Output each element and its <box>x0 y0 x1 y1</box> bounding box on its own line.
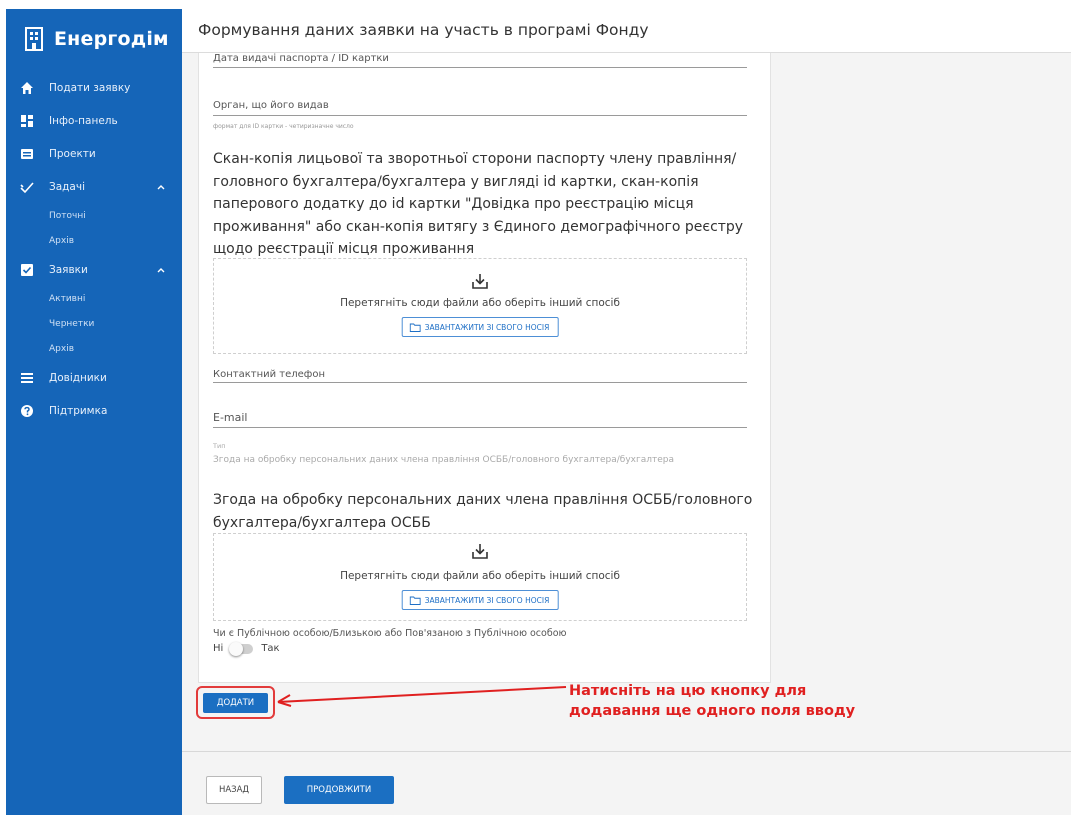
sidebar-item-label: Підтримка <box>49 404 108 417</box>
sidebar-item-dashboard[interactable]: Інфо-панель <box>6 104 182 137</box>
issuer-label: Орган, що його видав <box>213 100 329 111</box>
email-input[interactable] <box>213 427 747 428</box>
continue-button[interactable]: ПРОДОВЖИТИ <box>284 776 394 804</box>
annotation-arrow <box>277 686 567 707</box>
folder-icon <box>409 323 421 332</box>
issuer-input[interactable] <box>213 115 747 116</box>
sidebar: Енергодім Подати заявку Інфо-панель Прое… <box>6 9 182 815</box>
sidebar-item-label: Довідники <box>49 371 107 384</box>
back-button[interactable]: НАЗАД <box>206 776 262 804</box>
folder-icon <box>409 596 421 605</box>
upload-from-device-button[interactable]: ЗАВАНТАЖИТИ ЗІ СВОГО НОСІЯ <box>401 590 559 610</box>
list-icon <box>21 372 33 383</box>
sidebar-subitem-archive[interactable]: Архів <box>6 336 182 361</box>
brand-name: Енергодім <box>54 28 169 50</box>
download-icon <box>472 274 488 289</box>
upload-button-label: ЗАВАНТАЖИТИ ЗІ СВОГО НОСІЯ <box>424 595 550 605</box>
consent-upload-label: Згода на обробку персональних даних член… <box>213 492 753 531</box>
sidebar-item-projects[interactable]: Проекти <box>6 137 182 170</box>
page-header: Формування даних заявки на участь в прог… <box>182 9 1071 53</box>
help-icon <box>21 404 33 417</box>
consent-dropzone[interactable]: Перетягніть сюди файли або оберіть інший… <box>213 533 747 621</box>
sidebar-item-label: Інфо-панель <box>49 114 118 127</box>
main-content: Дата видачі паспорта / ID картки Орган, … <box>182 53 1071 815</box>
home-icon <box>21 81 33 94</box>
sidebar-subitem-current[interactable]: Поточні <box>6 203 182 228</box>
passport-date-label: Дата видачі паспорта / ID картки <box>213 53 389 64</box>
scan-upload-label: Скан-копія лицьової та зворотньої сторон… <box>213 151 744 257</box>
add-button-highlight: ДОДАТИ <box>196 686 275 719</box>
chevron-up-icon[interactable] <box>156 265 166 275</box>
phone-label: Контактний телефон <box>213 369 326 380</box>
issuer-helper-text: формат для ID картки - четиризначне числ… <box>213 123 354 130</box>
upload-button-label: ЗАВАНТАЖИТИ ЗІ СВОГО НОСІЯ <box>424 322 550 332</box>
email-label: E-mail <box>213 411 248 424</box>
dashboard-icon <box>21 114 33 127</box>
add-field-button[interactable]: ДОДАТИ <box>203 693 268 713</box>
sidebar-item-label: Проекти <box>49 147 96 160</box>
check-icon <box>20 181 34 193</box>
sidebar-item-label: Задачі <box>49 180 85 193</box>
sidebar-item-label: Подати заявку <box>49 81 131 94</box>
chevron-up-icon[interactable] <box>156 182 166 192</box>
pep-question-label: Чи є Публічною особою/Близькою або Пов'я… <box>213 628 567 639</box>
checkbox-icon <box>21 263 33 276</box>
sidebar-item-support[interactable]: Підтримка <box>6 394 182 427</box>
dropzone-hint: Перетягніть сюди файли або оберіть інший… <box>340 297 620 309</box>
app-root: Енергодім Подати заявку Інфо-панель Прое… <box>0 0 1071 815</box>
dropzone-hint: Перетягніть сюди файли або оберіть інший… <box>340 570 620 582</box>
form-footer: НАЗАД ПРОДОВЖИТИ <box>182 751 1071 815</box>
sidebar-subitem-archive[interactable]: Архів <box>6 228 182 253</box>
consent-type-label: Тип <box>213 442 226 450</box>
pep-toggle-switch[interactable] <box>229 641 254 656</box>
form-card: Дата видачі паспорта / ID картки Орган, … <box>198 53 771 683</box>
sidebar-item-applications[interactable]: Заявки <box>6 253 182 286</box>
pep-no-label: Ні <box>213 643 224 654</box>
scan-dropzone[interactable]: Перетягніть сюди файли або оберіть інший… <box>213 258 747 354</box>
download-icon <box>472 544 488 559</box>
toggle-knob <box>229 641 244 656</box>
pep-yes-label: Так <box>261 643 280 654</box>
annotation-text: Натисніть на цю кнопку для додавання ще … <box>569 683 856 719</box>
passport-date-input[interactable] <box>213 67 747 68</box>
page-title: Формування даних заявки на участь в прог… <box>198 21 649 39</box>
sidebar-item-directories[interactable]: Довідники <box>6 361 182 394</box>
phone-input[interactable] <box>213 382 747 383</box>
pep-switch-row: Ні Так <box>213 641 280 656</box>
sidebar-item-label: Заявки <box>49 263 88 276</box>
sidebar-item-tasks[interactable]: Задачі <box>6 170 182 203</box>
sidebar-item-submit[interactable]: Подати заявку <box>6 71 182 104</box>
sidebar-subitem-drafts[interactable]: Чернетки <box>6 311 182 336</box>
consent-type-select[interactable]: Згода на обробку персональних даних член… <box>213 455 747 465</box>
brand[interactable]: Енергодім <box>24 27 169 51</box>
sidebar-nav: Подати заявку Інфо-панель Проекти Задачі… <box>6 71 182 427</box>
sidebar-subitem-active[interactable]: Активні <box>6 286 182 311</box>
upload-from-device-button[interactable]: ЗАВАНТАЖИТИ ЗІ СВОГО НОСІЯ <box>401 317 559 337</box>
briefcase-icon <box>21 148 33 159</box>
building-icon <box>25 27 43 51</box>
